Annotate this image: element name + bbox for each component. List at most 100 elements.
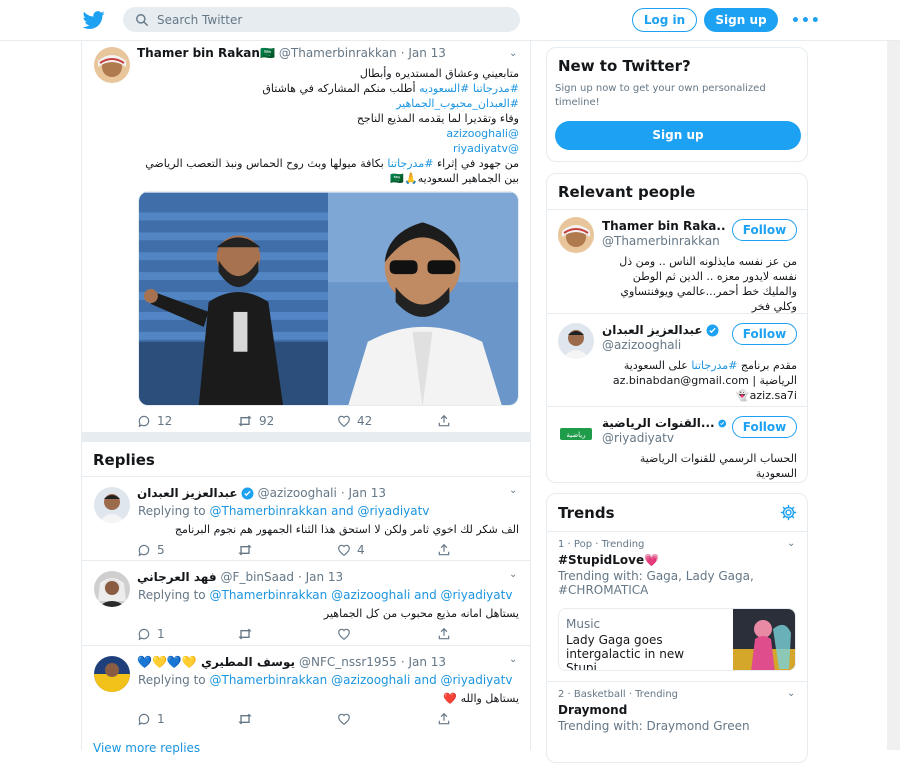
hashtag-link[interactable]: #مدرجاتنا	[473, 82, 519, 95]
retweet-action[interactable]	[237, 543, 337, 557]
search-bar[interactable]	[123, 7, 520, 32]
avatar[interactable]	[94, 47, 130, 83]
twitter-logo-icon[interactable]	[83, 9, 105, 31]
mention-link[interactable]: @riyadiyatv	[138, 141, 519, 156]
search-icon	[136, 13, 148, 26]
follow-button[interactable]: Follow	[732, 323, 797, 345]
signup-button[interactable]: Sign up	[704, 8, 778, 32]
author-handle[interactable]: @F_binSaad	[221, 570, 294, 584]
reply-item[interactable]: 💙💛💙💛 يوسف المطيري @NFC_nssr1955 · Jan 13…	[82, 645, 531, 730]
retweet-action[interactable]	[237, 627, 337, 641]
share-action[interactable]	[437, 414, 451, 428]
person-handle[interactable]: @Thamerbinrakkan	[602, 234, 720, 248]
hashtag-link[interactable]: #السعوديه	[419, 82, 469, 95]
share-action[interactable]	[437, 627, 451, 641]
replying-prefix: Replying to	[138, 588, 206, 602]
reply-item[interactable]: عبدالعزيز العبدان @azizooghali · Jan 13 …	[82, 476, 531, 560]
person-item[interactable]: Thamer bin Raka... @Thamerbinrakkan Foll…	[547, 209, 807, 313]
news-category: Music	[566, 617, 601, 631]
reply-icon	[138, 544, 150, 557]
verified-icon	[241, 487, 254, 499]
search-input[interactable]	[157, 12, 497, 27]
chevron-down-icon[interactable]: ⌄	[509, 569, 517, 580]
chevron-down-icon[interactable]: ⌄	[787, 538, 795, 549]
share-action[interactable]	[437, 712, 451, 726]
reply-text: يستاهل امانه مذيع محبوب من كل الجماهير	[323, 607, 519, 620]
retweet-action[interactable]	[237, 712, 337, 726]
author-name[interactable]: عبدالعزيز العبدان	[137, 486, 238, 500]
section-divider	[82, 432, 531, 442]
reply-text: الف شكر لك اخوي ثامر ولكن لا استحق هذا ا…	[174, 523, 519, 536]
photo-stadium[interactable]	[139, 192, 328, 406]
news-thumbnail	[733, 609, 795, 670]
chevron-down-icon[interactable]: ⌄	[509, 48, 517, 59]
news-headline: Lady Gaga goes intergalactic in new Stup…	[566, 633, 685, 671]
follow-button[interactable]: Follow	[732, 416, 797, 438]
more-options-icon[interactable]: •••	[791, 13, 821, 29]
retweet-icon	[238, 415, 252, 427]
reply-date[interactable]: · Jan 13	[298, 570, 343, 584]
chevron-down-icon[interactable]: ⌄	[787, 688, 795, 699]
trend-item[interactable]: 1 · Pop · Trending ⌄ #StupidLove💗 Trendi…	[547, 531, 807, 681]
person-name[interactable]: القنوات الرياضية...	[602, 416, 715, 430]
scrollbar[interactable]	[887, 41, 900, 750]
chevron-down-icon[interactable]: ⌄	[509, 654, 517, 665]
reply-action[interactable]: 1	[137, 627, 237, 641]
trend-name[interactable]: #StupidLove💗	[558, 553, 659, 567]
replying-to-link[interactable]: @Thamerbinrakkan @azizooghali and @riyad…	[209, 673, 512, 687]
trend-context: Trending with: Gaga, Lady Gaga, #CHROMAT…	[558, 569, 754, 597]
like-action[interactable]	[337, 712, 437, 726]
hashtag-link[interactable]: #مدرجاتنا	[691, 359, 737, 372]
author-name[interactable]: Thamer bin Rakan🇸🇦	[137, 46, 275, 60]
avatar[interactable]	[558, 217, 594, 253]
person-handle[interactable]: @azizooghali	[602, 338, 681, 352]
author-name[interactable]: فهد العرجاني	[137, 570, 217, 584]
reply-date[interactable]: · Jan 13	[401, 655, 446, 669]
signup-button[interactable]: Sign up	[555, 121, 801, 150]
like-action[interactable]	[337, 627, 437, 641]
author-handle[interactable]: @NFC_nssr1955	[299, 655, 397, 669]
author-handle[interactable]: @azizooghali	[258, 486, 337, 500]
tweet-media[interactable]	[138, 191, 519, 406]
settings-gear-icon[interactable]	[780, 504, 797, 521]
share-action[interactable]	[437, 543, 451, 557]
mention-link[interactable]: @azizooghali	[138, 126, 519, 141]
verified-icon	[706, 324, 719, 336]
person-item[interactable]: عبدالعزيز العبدان @azizooghali Follow مق…	[547, 313, 807, 406]
person-name[interactable]: Thamer bin Raka...	[602, 219, 726, 233]
tweet-date[interactable]: · Jan 13	[401, 46, 446, 60]
main-tweet[interactable]: Thamer bin Rakan🇸🇦 @Thamerbinrakkan · Ja…	[82, 40, 532, 432]
like-action[interactable]: 42	[337, 414, 437, 428]
retweet-action[interactable]: 92	[237, 414, 337, 428]
trend-item[interactable]: 2 · Basketball · Trending ⌄ Draymond Tre…	[547, 681, 807, 762]
avatar[interactable]	[94, 656, 130, 692]
reply-action[interactable]: 12	[137, 414, 237, 428]
svg-text:رياضية: رياضية	[566, 431, 585, 439]
hashtag-link[interactable]: #مدرجاتنا	[387, 157, 433, 170]
author-name[interactable]: 💙💛💙💛 يوسف المطيري	[137, 655, 295, 669]
reply-item[interactable]: فهد العرجاني @F_binSaad · Jan 13 ⌄ Reply…	[82, 560, 531, 645]
view-more-replies-link[interactable]: View more replies	[93, 741, 200, 755]
avatar[interactable]	[94, 571, 130, 607]
replying-to-link[interactable]: @Thamerbinrakkan and @riyadiyatv	[209, 504, 429, 518]
avatar[interactable]	[94, 487, 130, 523]
reply-count: 1	[157, 627, 165, 641]
follow-button[interactable]: Follow	[732, 219, 797, 241]
trend-name[interactable]: Draymond	[558, 703, 627, 717]
photo-presenter[interactable]	[328, 192, 518, 406]
author-handle[interactable]: @Thamerbinrakkan	[279, 46, 397, 60]
reply-date[interactable]: · Jan 13	[341, 486, 386, 500]
chevron-down-icon[interactable]: ⌄	[509, 485, 517, 496]
person-handle[interactable]: @riyadiyatv	[602, 431, 674, 445]
like-action[interactable]: 4	[337, 543, 437, 557]
replying-to-link[interactable]: @Thamerbinrakkan @azizooghali and @riyad…	[209, 588, 512, 602]
avatar[interactable]: رياضية	[558, 416, 594, 452]
person-name[interactable]: عبدالعزيز العبدان	[602, 323, 703, 337]
trend-news-card[interactable]: Music Lady Gaga goes intergalactic in ne…	[558, 608, 796, 671]
hashtag-link[interactable]: #العبدان_محبوب_الجماهير	[138, 96, 519, 111]
person-item[interactable]: رياضية القنوات الرياضية... @riyadiyatv F…	[547, 406, 807, 482]
avatar[interactable]	[558, 323, 594, 359]
login-button[interactable]: Log in	[632, 8, 697, 32]
reply-action[interactable]: 1	[137, 712, 237, 726]
reply-action[interactable]: 5	[137, 543, 237, 557]
